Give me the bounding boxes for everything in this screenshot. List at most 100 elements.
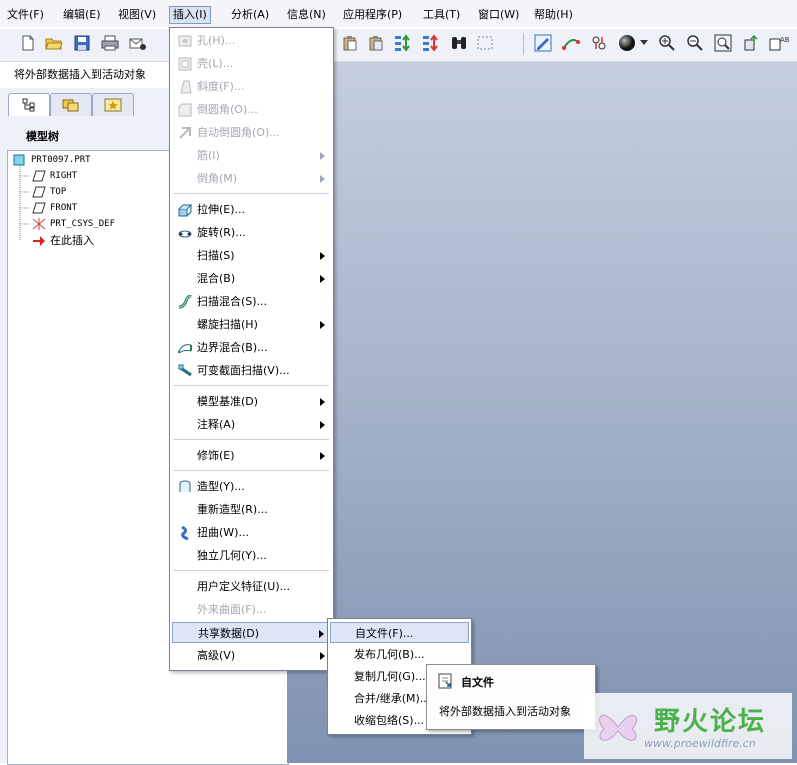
menu-item-restyle[interactable]: 重新造型(R)... bbox=[172, 499, 331, 520]
menu-item-revolve[interactable]: 旋转(R)... bbox=[172, 222, 331, 243]
menu-file[interactable]: 文件(F) bbox=[4, 7, 47, 23]
send-mail-icon[interactable] bbox=[128, 33, 148, 53]
menu-info[interactable]: 信息(N) bbox=[284, 7, 329, 23]
toolbar: AB bbox=[0, 29, 797, 62]
tree-item-insert-here[interactable]: 在此插入 bbox=[32, 233, 94, 248]
menu-analysis[interactable]: 分析(A) bbox=[228, 7, 272, 23]
warp-icon bbox=[177, 525, 192, 540]
swept-blend-icon bbox=[177, 294, 192, 309]
menu-item-extrude[interactable]: 拉伸(E)... bbox=[172, 199, 331, 220]
menu-item-variable-section-sweep[interactable]: 可变截面扫描(V)... bbox=[172, 360, 331, 381]
menu-separator bbox=[174, 439, 329, 440]
menu-item-hole[interactable]: 孔(H)... bbox=[172, 30, 331, 51]
submenu-arrow-icon bbox=[320, 652, 325, 660]
menu-item-advanced[interactable]: 高级(V) bbox=[172, 645, 331, 666]
find-binoculars-icon[interactable] bbox=[449, 33, 469, 53]
paste-icon[interactable] bbox=[340, 33, 360, 53]
menu-item-rib[interactable]: 筋(I) bbox=[172, 145, 331, 166]
menu-item-annotation[interactable]: 注释(A) bbox=[172, 414, 331, 435]
hole-icon bbox=[177, 33, 192, 48]
tab-model-tree[interactable] bbox=[8, 93, 50, 116]
menu-item-boundary-blend[interactable]: 边界混合(B)... bbox=[172, 337, 331, 358]
menu-item-blend[interactable]: 混合(B) bbox=[172, 268, 331, 289]
revolve-icon bbox=[177, 225, 192, 240]
menu-item-model-datum[interactable]: 模型基准(D) bbox=[172, 391, 331, 412]
refit-icon[interactable] bbox=[713, 33, 733, 53]
menu-help[interactable]: 帮助(H) bbox=[531, 7, 576, 23]
menu-item-publish-geometry[interactable]: 发布几何(B)... bbox=[330, 644, 469, 665]
menu-item-from-file[interactable]: 自文件(F)... bbox=[330, 622, 469, 643]
watermark-url: www.proewildfire.cn bbox=[644, 737, 756, 750]
datum-point-icon[interactable] bbox=[589, 33, 609, 53]
menu-applications[interactable]: 应用程序(P) bbox=[340, 7, 405, 23]
boundary-blend-icon bbox=[177, 340, 192, 355]
zoom-in-icon[interactable] bbox=[657, 33, 677, 53]
menu-insert[interactable]: 插入(I) bbox=[169, 6, 211, 24]
menu-item-round[interactable]: 倒圆角(O)... bbox=[172, 99, 331, 120]
menu-separator bbox=[174, 385, 329, 386]
menu-window[interactable]: 窗口(W) bbox=[475, 7, 522, 23]
shading-sphere-icon[interactable] bbox=[617, 33, 637, 53]
tab-folder-browser[interactable] bbox=[50, 93, 92, 116]
menu-separator bbox=[174, 470, 329, 471]
menu-item-swept-blend[interactable]: 扫描混合(S)... bbox=[172, 291, 331, 312]
style-icon bbox=[177, 479, 192, 494]
zoom-out-icon[interactable] bbox=[685, 33, 705, 53]
new-file-icon[interactable] bbox=[18, 33, 38, 53]
menu-item-independent-geometry[interactable]: 独立几何(Y)... bbox=[172, 545, 331, 566]
save-icon[interactable] bbox=[72, 33, 92, 53]
menu-item-auto-round[interactable]: 自动倒圆角(O)... bbox=[172, 122, 331, 143]
draft-icon bbox=[177, 79, 192, 94]
tree-item-right[interactable]: RIGHT bbox=[32, 169, 77, 184]
menu-item-cosmetic[interactable]: 修饰(E) bbox=[172, 445, 331, 466]
tree-item-front[interactable]: FRONT bbox=[32, 201, 77, 216]
regenerate-icon[interactable] bbox=[393, 33, 413, 53]
csys-icon bbox=[32, 217, 46, 230]
menu-item-udf[interactable]: 用户定义特征(U)... bbox=[172, 576, 331, 597]
tooltip: 自文件 将外部数据插入到活动对象 bbox=[426, 664, 596, 730]
favorites-icon bbox=[104, 98, 122, 112]
submenu-arrow-icon bbox=[320, 175, 325, 183]
sketch-icon[interactable] bbox=[533, 33, 553, 53]
dropdown-arrow-icon[interactable] bbox=[638, 33, 650, 53]
menu-item-draft[interactable]: 斜度(F)... bbox=[172, 76, 331, 97]
open-folder-icon[interactable] bbox=[44, 33, 64, 53]
menu-item-shared-data[interactable]: 共享数据(D) bbox=[172, 622, 331, 643]
submenu-arrow-icon bbox=[320, 321, 325, 329]
menu-item-chamfer[interactable]: 倒角(M) bbox=[172, 168, 331, 189]
extrude-icon bbox=[177, 202, 192, 217]
datum-plane-icon bbox=[32, 186, 46, 198]
import-file-icon bbox=[438, 673, 454, 692]
menu-bar: 文件(F) 编辑(E) 视图(V) 插入(I) 分析(A) 信息(N) 应用程序… bbox=[0, 0, 797, 27]
menu-item-style[interactable]: 造型(Y)... bbox=[172, 476, 331, 497]
watermark: 野火论坛 www.proewildfire.cn bbox=[584, 693, 792, 759]
tree-item-part[interactable]: PRT0097.PRT bbox=[13, 153, 91, 168]
tab-favorites[interactable] bbox=[92, 93, 134, 116]
menu-item-foreign-surface[interactable]: 外来曲面(F)... bbox=[172, 599, 331, 620]
menu-separator bbox=[174, 193, 329, 194]
menu-item-shell[interactable]: 壳(L)... bbox=[172, 53, 331, 74]
menu-edit[interactable]: 编辑(E) bbox=[60, 7, 104, 23]
paste-special-icon[interactable] bbox=[366, 33, 386, 53]
saved-views-icon[interactable]: AB bbox=[769, 33, 789, 53]
datum-plane-icon bbox=[32, 170, 46, 182]
tree-item-top[interactable]: TOP bbox=[32, 185, 66, 200]
tree-item-csys[interactable]: PRT_CSYS_DEF bbox=[32, 217, 115, 232]
menu-item-warp[interactable]: 扭曲(W)... bbox=[172, 522, 331, 543]
datum-curve-icon[interactable] bbox=[561, 33, 581, 53]
round-icon bbox=[177, 102, 192, 117]
print-icon[interactable] bbox=[100, 33, 120, 53]
menu-item-sweep[interactable]: 扫描(S) bbox=[172, 245, 331, 266]
submenu-arrow-icon bbox=[320, 275, 325, 283]
select-box-icon[interactable] bbox=[476, 33, 496, 53]
model-tree-title: 模型树 bbox=[26, 130, 59, 143]
tooltip-description: 将外部数据插入到活动对象 bbox=[439, 705, 571, 718]
orient-view-icon[interactable] bbox=[741, 33, 761, 53]
regeneration-manager-icon[interactable] bbox=[421, 33, 441, 53]
submenu-arrow-icon bbox=[320, 398, 325, 406]
datum-plane-icon bbox=[32, 202, 46, 214]
menu-item-helical-sweep[interactable]: 螺旋扫描(H) bbox=[172, 314, 331, 335]
menu-view[interactable]: 视图(V) bbox=[115, 7, 159, 23]
menu-tools[interactable]: 工具(T) bbox=[420, 7, 463, 23]
watermark-text: 野火论坛 bbox=[654, 707, 767, 737]
